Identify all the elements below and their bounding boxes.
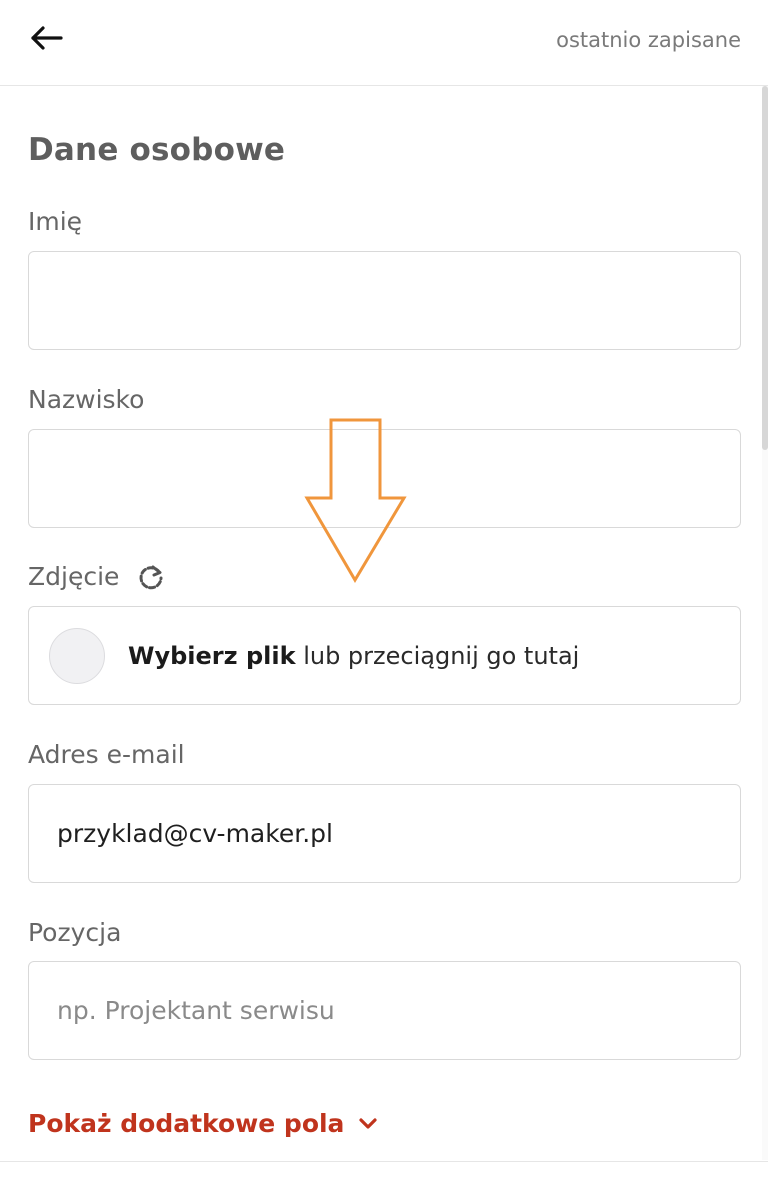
- scrollbar-thumb[interactable]: [762, 86, 768, 450]
- choose-file-link[interactable]: Wybierz plik: [128, 642, 296, 670]
- chevron-down-icon: [358, 1114, 378, 1134]
- position-input[interactable]: [29, 962, 740, 1059]
- first-name-label: Imię: [28, 207, 83, 236]
- last-name-field-box: [28, 429, 741, 528]
- photo-upload-dropzone[interactable]: Wybierz plik lub przeciągnij go tutaj: [28, 606, 741, 705]
- bottom-divider: [0, 1161, 768, 1162]
- arrow-left-icon: [31, 26, 63, 50]
- back-button[interactable]: [26, 18, 66, 58]
- top-bar: ostatnio zapisane: [0, 0, 768, 86]
- show-more-fields-button[interactable]: Pokaż dodatkowe pola: [28, 1106, 378, 1142]
- photo-label: Zdjęcie: [28, 562, 120, 591]
- first-name-field-box: [28, 251, 741, 350]
- show-more-fields-label: Pokaż dodatkowe pola: [28, 1109, 345, 1138]
- email-field-box: [28, 784, 741, 883]
- upload-instructions: Wybierz plik lub przeciągnij go tutaj: [128, 640, 579, 672]
- position-label: Pozycja: [28, 918, 122, 947]
- avatar-placeholder: [49, 628, 105, 684]
- position-field-box: [28, 961, 741, 1060]
- email-label: Adres e-mail: [28, 740, 185, 769]
- save-status-text: ostatnio zapisane: [556, 28, 741, 52]
- drag-here-text: lub przeciągnij go tutaj: [295, 642, 580, 670]
- email-input[interactable]: [29, 785, 740, 882]
- section-title: Dane osobowe: [28, 132, 286, 168]
- last-name-input[interactable]: [29, 430, 740, 527]
- refresh-icon[interactable]: [137, 563, 165, 591]
- photo-label-row: Zdjęcie: [28, 560, 165, 594]
- last-name-label: Nazwisko: [28, 385, 145, 414]
- first-name-input[interactable]: [29, 252, 740, 349]
